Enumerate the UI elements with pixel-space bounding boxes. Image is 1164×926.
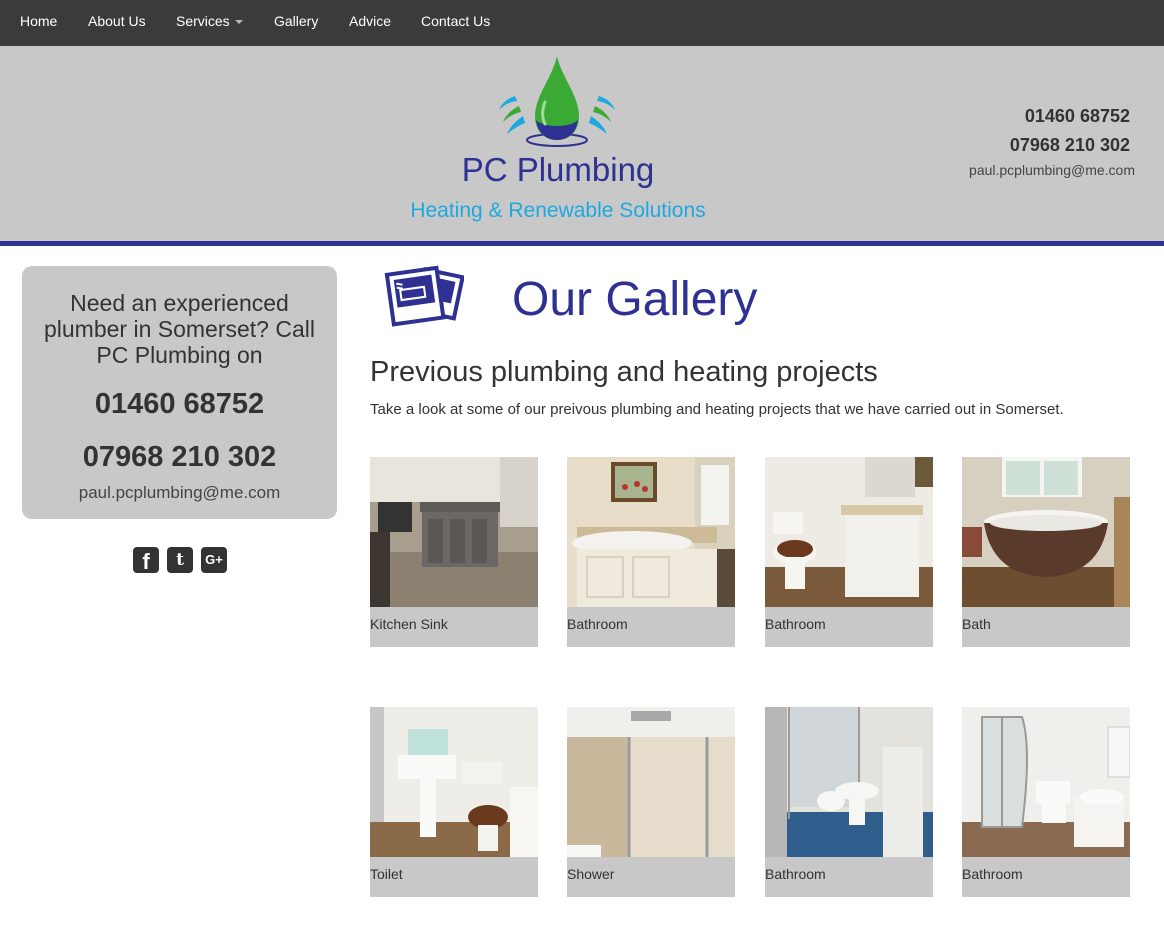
nav-gallery[interactable]: Gallery xyxy=(274,0,318,46)
gallery-caption: Toilet xyxy=(370,866,403,882)
gallery-item-bathroom-4[interactable]: Bathroom xyxy=(962,707,1130,897)
gallery-photo xyxy=(370,457,538,607)
gallery-caption: Bathroom xyxy=(765,616,826,632)
header-divider xyxy=(0,241,1164,246)
gallery-item-bathroom-2[interactable]: Bathroom xyxy=(765,457,933,647)
nav-contact-us[interactable]: Contact Us xyxy=(421,0,490,46)
gallery-caption: Bathroom xyxy=(567,616,628,632)
gallery-caption: Bathroom xyxy=(962,866,1023,882)
header-phone-mobile[interactable]: 07968 210 302 xyxy=(1010,135,1130,156)
gallery-item-toilet[interactable]: Toilet xyxy=(370,707,538,897)
gallery-photo xyxy=(765,457,933,607)
gallery-photo xyxy=(765,707,933,857)
gallery-item-shower[interactable]: Shower xyxy=(567,707,735,897)
gallery-intro-text: Take a look at some of our preivous plum… xyxy=(370,401,1064,418)
gallery-caption: Kitchen Sink xyxy=(370,616,448,632)
gallery-item-bathroom-1[interactable]: Bathroom xyxy=(567,457,735,647)
gallery-caption: Bathroom xyxy=(765,866,826,882)
gallery-photo xyxy=(567,707,735,857)
header-email[interactable]: paul.pcplumbing@me.com xyxy=(969,162,1135,178)
photo-gallery-icon xyxy=(384,265,464,327)
gallery-item-bathroom-3[interactable]: Bathroom xyxy=(765,707,933,897)
gallery-photo xyxy=(962,707,1130,857)
header-phone-landline[interactable]: 01460 68752 xyxy=(1025,106,1130,127)
sidebar-phone-mobile[interactable]: 07968 210 302 xyxy=(22,441,337,474)
top-navbar: Home About Us Services Gallery Advice Co… xyxy=(0,0,1164,46)
facebook-icon[interactable]: f xyxy=(133,547,159,574)
nav-advice[interactable]: Advice xyxy=(349,0,391,46)
gallery-item-kitchen-sink[interactable]: Kitchen Sink xyxy=(370,457,538,647)
nav-home[interactable]: Home xyxy=(20,0,57,46)
sidebar-email[interactable]: paul.pcplumbing@me.com xyxy=(22,483,337,503)
nav-services-label: Services xyxy=(176,13,230,29)
gallery-photo xyxy=(370,707,538,857)
water-drop-logo-icon[interactable] xyxy=(495,54,619,152)
nav-about-us[interactable]: About Us xyxy=(88,0,146,46)
gallery-item-bath[interactable]: Bath xyxy=(962,457,1130,647)
gallery-photo xyxy=(567,457,735,607)
twitter-icon[interactable]: t xyxy=(167,547,193,573)
page-title: Our Gallery xyxy=(512,273,758,326)
site-header: PC Plumbing Heating & Renewable Solution… xyxy=(0,46,1164,241)
gallery-caption: Bath xyxy=(962,616,991,632)
call-to-action-box: Need an experienced plumber in Somerset?… xyxy=(22,266,337,519)
google-plus-icon[interactable]: G+ xyxy=(201,547,227,573)
section-heading: Previous plumbing and heating projects xyxy=(370,356,878,388)
caret-down-icon xyxy=(234,20,243,24)
call-intro-text: Need an experienced plumber in Somerset?… xyxy=(43,290,315,368)
logo-company-name: PC Plumbing xyxy=(461,151,655,188)
logo-tagline: Heating & Renewable Solutions xyxy=(410,199,706,222)
nav-services[interactable]: Services xyxy=(176,0,243,46)
gallery-caption: Shower xyxy=(567,866,615,882)
gallery-photo xyxy=(962,457,1130,607)
sidebar-phone-landline[interactable]: 01460 68752 xyxy=(22,388,337,421)
